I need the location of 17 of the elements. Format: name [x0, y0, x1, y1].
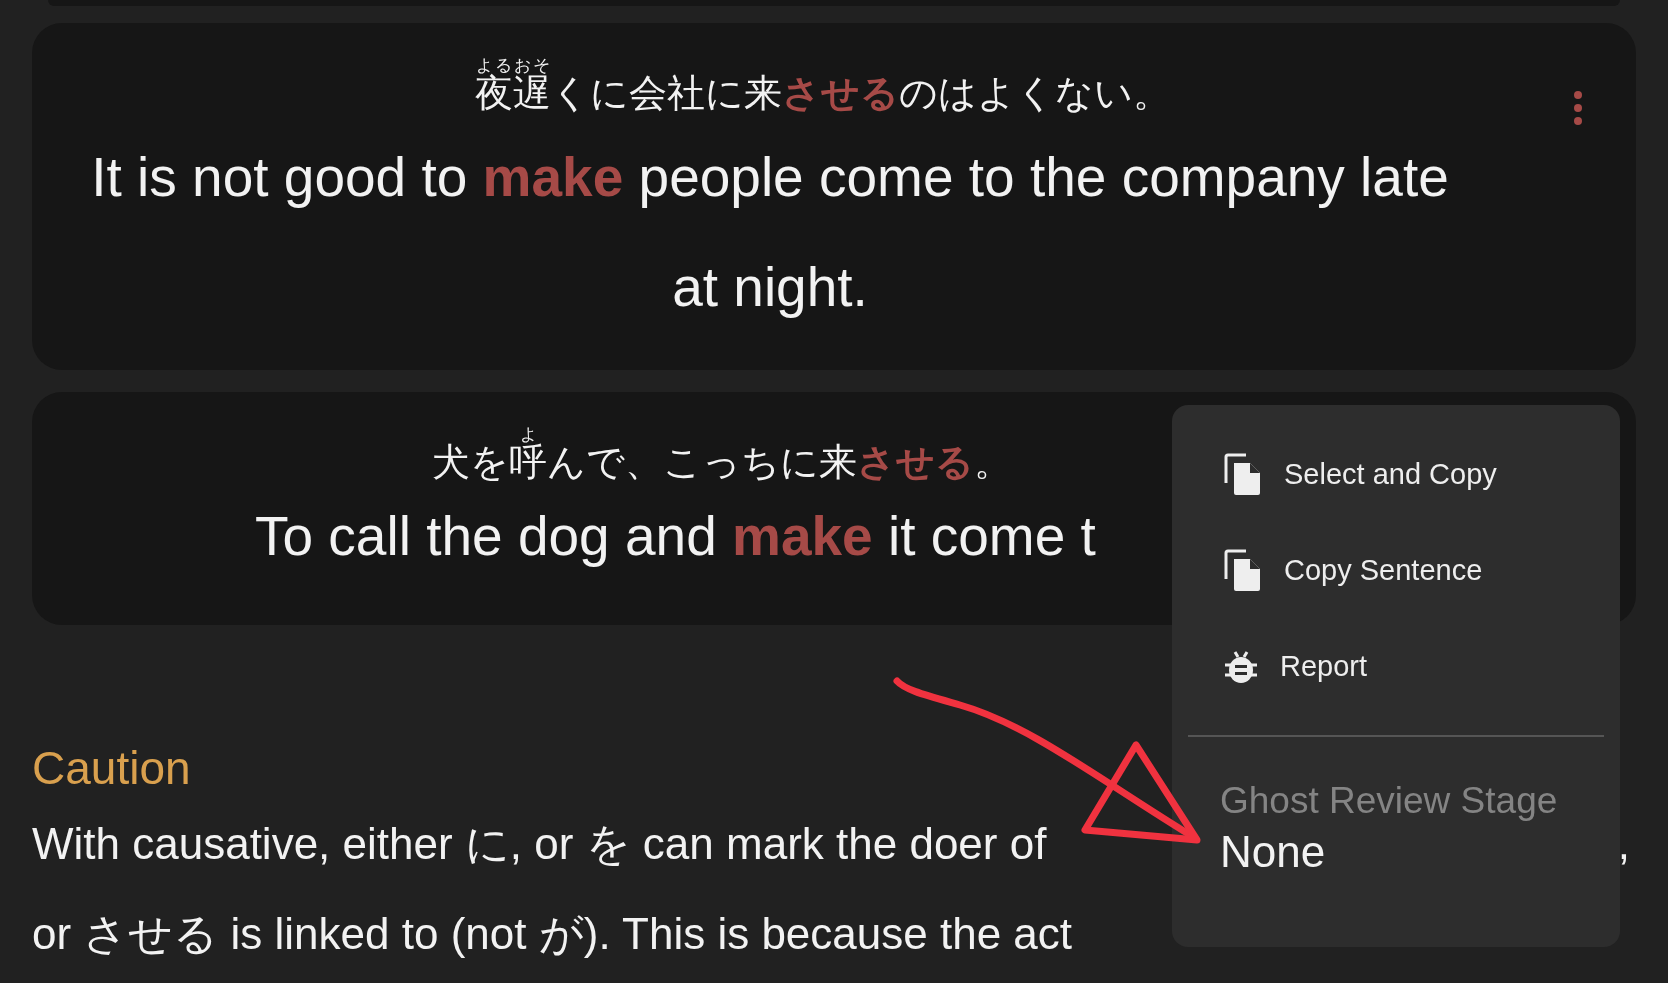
setting-value[interactable]: None [1172, 825, 1332, 880]
english-translation: To call the dog and make it come t [255, 504, 1096, 569]
menu-item[interactable]: Copy Sentence [1172, 523, 1620, 619]
copy-icon [1224, 453, 1262, 497]
paragraph-text: , [1617, 817, 1630, 870]
menu-item[interactable]: Select and Copy [1172, 427, 1620, 523]
bug-icon [1224, 649, 1258, 685]
more-options-icon[interactable] [1573, 90, 1583, 126]
section-heading: Caution [32, 741, 192, 796]
copy-icon [1224, 549, 1262, 593]
japanese-sentence: 犬を呼 よ んで、こっちに来させる。 [432, 426, 1012, 486]
menu-item[interactable]: Report [1172, 619, 1620, 715]
paragraph-text: With causative, either に, or を can mark the doer of [32, 817, 1047, 870]
english-translation: It is not good to make people come to the company late at night. [90, 145, 1450, 320]
setting-label: Ghost Review Stage [1219, 779, 1559, 823]
japanese-sentence: 夜遅 よるおそ くに会社に来させるのはよくない。 [474, 57, 1172, 117]
paragraph-text: or させる is linked to (not が). This is because the act [32, 907, 1073, 960]
